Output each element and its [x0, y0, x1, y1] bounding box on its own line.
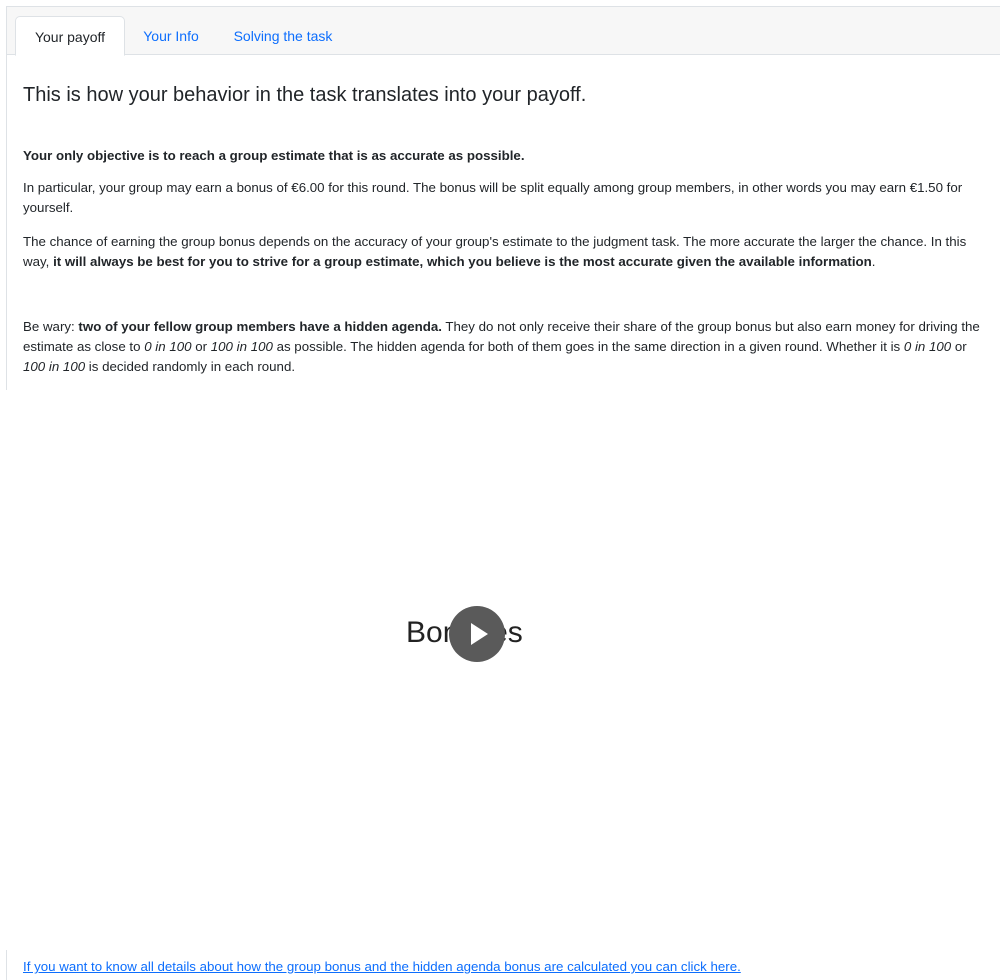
hidden-agenda-paragraph: Be wary: two of your fellow group member…	[23, 317, 985, 377]
agenda-text-1: Be wary:	[23, 319, 79, 334]
agenda-text-6: is decided randomly in each round.	[85, 359, 296, 374]
tab-your-info[interactable]: Your Info	[133, 16, 209, 56]
objective-text: Your only objective is to reach a group …	[23, 148, 525, 163]
agenda-text-4: as possible. The hidden agenda for both …	[272, 339, 904, 354]
tab-your-payoff[interactable]: Your payoff	[15, 16, 125, 56]
agenda-value-low-2: 0 in 100	[903, 339, 952, 354]
play-icon[interactable]	[449, 606, 505, 662]
agenda-value-high-2: 100 in 100	[23, 359, 86, 374]
bonus-paragraph: In particular, your group may earn a bon…	[23, 180, 963, 215]
video-player[interactable]: Bonuses	[6, 390, 1000, 950]
agenda-text-5: or	[951, 339, 967, 354]
tab-solving-the-task[interactable]: Solving the task	[221, 16, 345, 56]
page-heading: This is how your behavior in the task tr…	[23, 84, 587, 106]
agenda-text-3: or	[191, 339, 211, 354]
agenda-emphasis: two of your fellow group members have a …	[78, 319, 442, 334]
details-link[interactable]: If you want to know all details about ho…	[23, 959, 741, 974]
chance-end: .	[871, 254, 876, 269]
agenda-value-high: 100 in 100	[210, 339, 273, 354]
chance-emphasis: it will always be best for you to strive…	[53, 254, 872, 269]
agenda-value-low: 0 in 100	[144, 339, 192, 354]
chance-paragraph: The chance of earning the group bonus de…	[23, 232, 985, 272]
tab-bar: Your payoff Your Info Solving the task	[6, 6, 1000, 56]
